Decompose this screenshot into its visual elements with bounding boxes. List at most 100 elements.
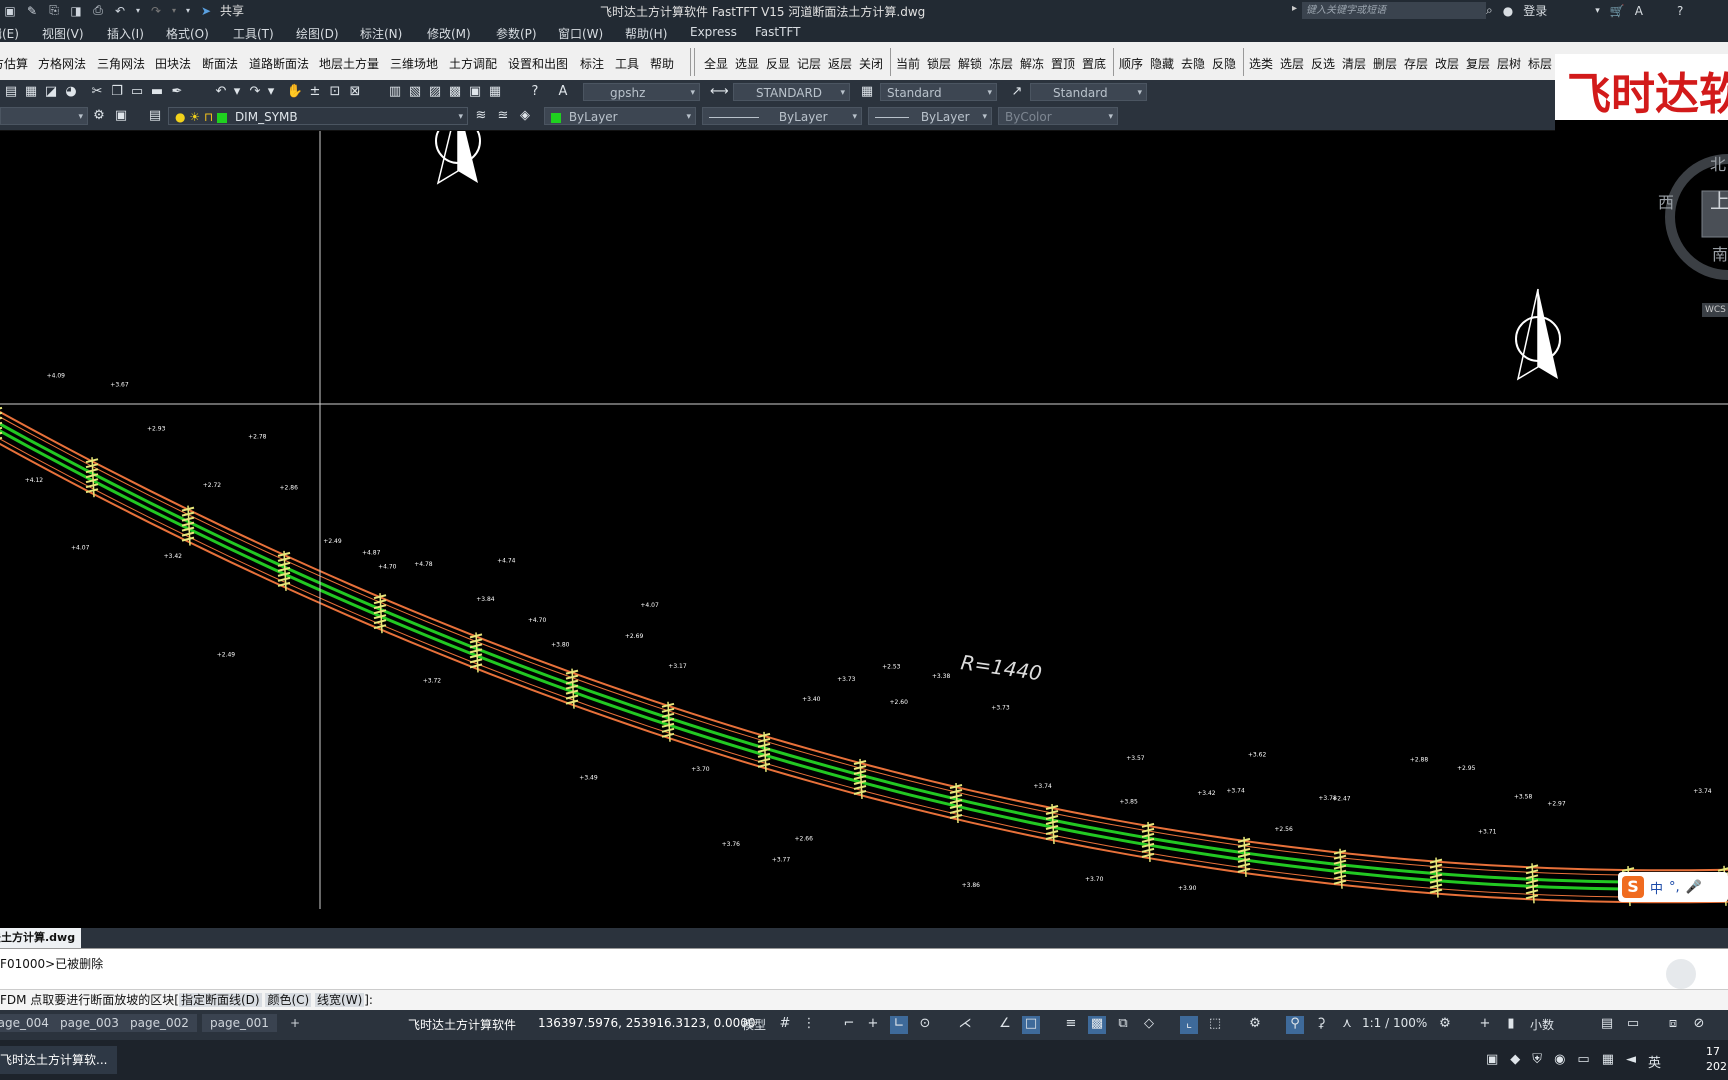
redo-icon[interactable]: ↷ [148, 3, 164, 19]
print-icon[interactable]: ⎙ [90, 3, 106, 19]
paste-block-icon[interactable]: ▬ [148, 83, 166, 101]
make-current-icon[interactable]: ≋ [472, 107, 490, 125]
undo-icon[interactable]: ↶ [112, 3, 128, 19]
search-arrow-icon[interactable]: ▸ [1292, 3, 1297, 14]
dynamic-input-icon[interactable]: + [864, 1016, 882, 1034]
btn-clear-layer[interactable]: 清层 [1342, 55, 1366, 72]
menu-fasttft[interactable]: FastTFT [755, 25, 800, 39]
btn-delete-layer[interactable]: 删层 [1373, 55, 1397, 72]
coordinate-readout[interactable]: 136397.5976, 253916.3123, 0.0000 [538, 1016, 756, 1030]
customize-dropdown-icon[interactable]: ▾ [184, 3, 192, 19]
annotation-visibility-icon[interactable]: ⚲ [1286, 1016, 1304, 1034]
btn-invert-select[interactable]: 反选 [1311, 55, 1335, 72]
drawing-canvas[interactable]: +4.12 +4.09 +4.07 +3.67 +2.93 +3.42 +2.72 +2.49… [0, 131, 1728, 909]
properties-icon[interactable]: ▥ [386, 83, 404, 101]
menu-dimension[interactable]: 标注(N) [360, 25, 402, 42]
units-select[interactable]: 小数 [1530, 1016, 1554, 1033]
file-tab[interactable]: 河道断面法土方计算.dwg [0, 928, 82, 948]
option-color[interactable]: 颜色(C) [265, 993, 312, 1007]
layer-match-icon[interactable]: ◈ [516, 107, 534, 125]
design-center-icon[interactable]: ▧ [406, 83, 424, 101]
command-scroll-icon[interactable] [1666, 959, 1696, 989]
publish-icon[interactable]: ◕ [62, 83, 80, 101]
tray-network-icon[interactable]: ▦ [1602, 1052, 1614, 1071]
pan-icon[interactable]: ✋ [286, 83, 304, 101]
tray-shield-icon[interactable]: ⛨ [1532, 1052, 1542, 1071]
btn-send-bottom[interactable]: 置底 [1082, 55, 1106, 72]
btn-road-section[interactable]: 道路断面法 [249, 55, 309, 72]
cart-icon[interactable]: 🛒 [1610, 4, 1625, 18]
layout-tab-page-003[interactable]: page_003 [52, 1014, 127, 1032]
table-style-icon[interactable]: ▦ [858, 83, 876, 101]
taskbar-clock[interactable]: 17 202 [1706, 1044, 1727, 1074]
microphone-icon[interactable]: 🎤 [1686, 880, 1702, 895]
infer-icon[interactable]: ⌐ [840, 1016, 858, 1034]
btn-lock-layer[interactable]: 锁层 [927, 55, 951, 72]
menu-express[interactable]: Express [690, 25, 737, 39]
menu-tools[interactable]: 工具(T) [233, 25, 274, 42]
linetype-select[interactable]: ByLayer ▾ [702, 107, 862, 125]
transparency-icon[interactable]: ▩ [1088, 1016, 1106, 1034]
menu-window[interactable]: 窗口(W) [558, 25, 603, 42]
tray-security-icon[interactable]: ◆ [1510, 1052, 1520, 1071]
btn-unhide[interactable]: 去隐 [1181, 55, 1205, 72]
btn-show-selected[interactable]: 选显 [735, 55, 759, 72]
osnap-icon[interactable]: □ [1022, 1016, 1040, 1034]
hardware-acceleration-icon[interactable]: ⊘ [1690, 1016, 1708, 1034]
login-label[interactable]: 登录 [1523, 2, 1547, 19]
text-style-select[interactable]: gpshz ▾ [583, 83, 700, 101]
zoom-realtime-icon[interactable]: ± [306, 83, 324, 101]
btn-freeze-layer[interactable]: 冻层 [989, 55, 1013, 72]
menu-modify[interactable]: 修改(M) [427, 25, 471, 42]
color-select[interactable]: ByLayer ▾ [544, 107, 696, 125]
zoom-previous-icon[interactable]: ⊠ [346, 83, 364, 101]
layout-tab-page-004[interactable]: page_004 [0, 1014, 57, 1032]
search-input[interactable]: 键入关键字或短语 [1302, 2, 1486, 19]
btn-close-layer[interactable]: 关闭 [859, 55, 883, 72]
btn-invert-hide[interactable]: 反隐 [1212, 55, 1236, 72]
tool-palettes-icon[interactable]: ▨ [426, 83, 444, 101]
btn-allocation[interactable]: 土方调配 [449, 55, 497, 72]
copy-icon[interactable]: ❐ [108, 83, 126, 101]
btn-layer-tree[interactable]: 层树 [1497, 55, 1521, 72]
btn-hide[interactable]: 隐藏 [1150, 55, 1174, 72]
tray-app-icon[interactable]: ◉ [1554, 1052, 1565, 1071]
plot-preview-icon[interactable]: ◨ [68, 3, 84, 19]
app-store-icon[interactable]: A [1635, 4, 1643, 18]
redo-dropdown-icon[interactable]: ▾ [262, 83, 280, 101]
plot-icon[interactable]: ◪ [42, 83, 60, 101]
btn-grid[interactable]: 方格网法 [38, 55, 86, 72]
export-icon[interactable]: ⎘ [46, 3, 62, 19]
save-icon[interactable]: ▦ [22, 83, 40, 101]
option-section-line[interactable]: 指定断面线(D) [179, 993, 262, 1007]
match-properties-icon[interactable]: ✒ [168, 83, 186, 101]
tray-ime-icon[interactable]: ▭ [1577, 1052, 1589, 1071]
btn-record-layer[interactable]: 记层 [797, 55, 821, 72]
btn-estimate[interactable]: 土方估算 [0, 55, 28, 72]
ime-lang[interactable]: 中 [1650, 878, 1663, 897]
osnap-track-icon[interactable]: ∠ [996, 1016, 1014, 1034]
command-window[interactable]: <F01000>已被删除 FDM 点取要进行断面放坡的区块[指定断面线(D) 颜… [0, 948, 1728, 1011]
mleader-style-select[interactable]: Standard ▾ [1030, 83, 1147, 101]
btn-unlock-layer[interactable]: 解锁 [958, 55, 982, 72]
layer-properties-icon[interactable]: ▤ [146, 107, 164, 125]
btn-change-layer[interactable]: 改层 [1435, 55, 1459, 72]
share-label[interactable]: 共享 [220, 2, 244, 19]
tray-volume-icon[interactable]: ◄ [1626, 1052, 1636, 1071]
layer-previous-icon[interactable]: ≊ [494, 107, 512, 125]
btn-strata[interactable]: 地层土方量 [319, 55, 379, 72]
compass-west-label[interactable]: 西 [1658, 189, 1674, 213]
btn-label-layer[interactable]: 标层 [1528, 55, 1552, 72]
paste-icon[interactable]: ▭ [128, 83, 146, 101]
btn-section[interactable]: 断面法 [202, 55, 238, 72]
option-lineweight[interactable]: 线宽(W) [315, 993, 365, 1007]
undo-dropdown-icon[interactable]: ▾ [134, 3, 142, 19]
user-icon[interactable]: ● [1503, 4, 1513, 18]
workspace-select[interactable]: ▾ [0, 107, 88, 125]
layer-states-icon[interactable]: ▣ [112, 107, 130, 125]
annotation-scale[interactable]: 1:1 / 100% [1362, 1016, 1427, 1030]
wcs-menu[interactable]: WCS [1702, 303, 1728, 317]
btn-invert-show[interactable]: 反显 [766, 55, 790, 72]
layout-tab-page-002[interactable]: page_002 [122, 1014, 197, 1032]
annotation-monitor-icon[interactable]: + [1476, 1016, 1494, 1034]
